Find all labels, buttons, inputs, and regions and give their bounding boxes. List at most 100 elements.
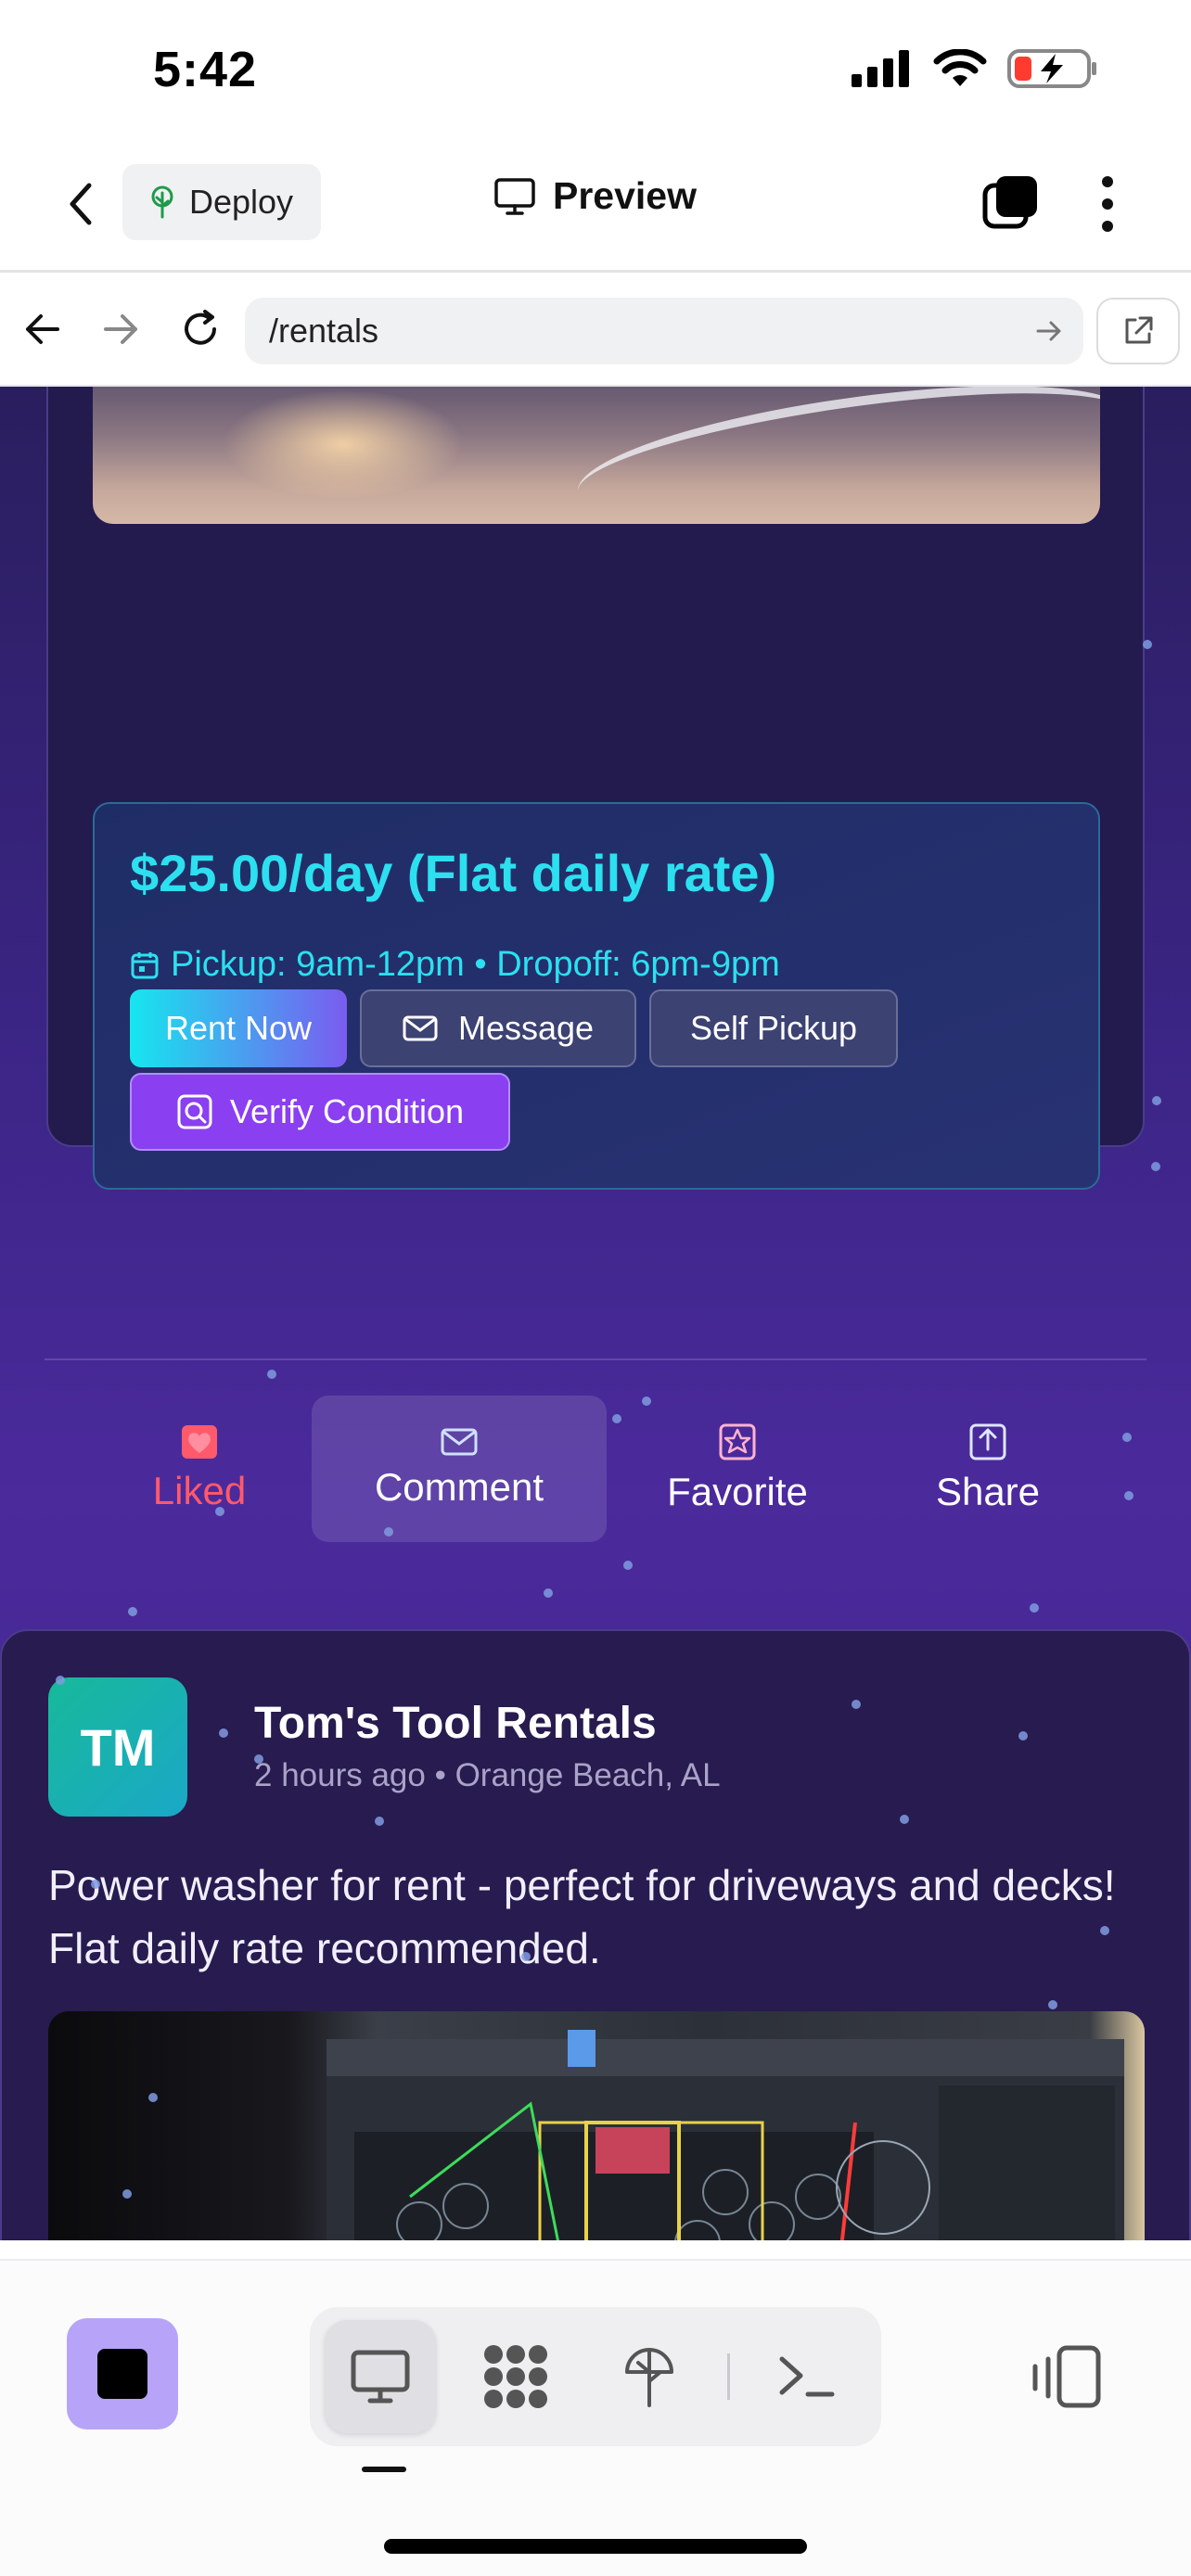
apps-grid-tab[interactable]	[460, 2320, 571, 2433]
section-divider	[45, 1358, 1146, 1360]
cad-screen-image	[327, 2030, 1124, 2240]
post-author[interactable]: Tom's Tool Rentals	[254, 1698, 657, 1749]
go-arrow-icon[interactable]	[1035, 314, 1063, 348]
post-meta: 2 hours ago • Orange Beach, AL	[254, 1757, 721, 1793]
blob-grid-icon	[484, 2345, 547, 2408]
deploy-label: Deploy	[189, 183, 294, 221]
stop-icon	[97, 2349, 147, 2399]
active-tab-indicator	[362, 2467, 406, 2472]
pickup-info: Pickup: 9am-12pm • Dropoff: 6pm-9pm	[130, 945, 780, 985]
url-text: /rentals	[269, 312, 379, 350]
console-tab[interactable]	[751, 2320, 863, 2433]
message-label: Message	[457, 1009, 595, 1047]
verify-condition-label: Verify Condition	[229, 1092, 465, 1130]
listing-card: $25.00/day (Flat daily rate) Pickup: 9am…	[46, 387, 1145, 1190]
reload-button[interactable]	[174, 303, 226, 355]
post-image[interactable]	[48, 2011, 1145, 2240]
listing-image[interactable]	[93, 387, 1100, 524]
envelope-icon	[441, 1428, 478, 1456]
avatar[interactable]: TM	[48, 1677, 187, 1817]
arrow-right-icon	[104, 314, 137, 344]
liked-button[interactable]: Liked	[130, 1396, 269, 1542]
pickup-info-text: Pickup: 9am-12pm • Dropoff: 6pm-9pm	[171, 945, 780, 984]
particle	[852, 1700, 861, 1709]
particle	[148, 2093, 158, 2102]
share-button[interactable]: Share	[909, 1396, 1067, 1542]
particle	[56, 1676, 65, 1685]
preview-title-text: Preview	[553, 174, 697, 217]
particle	[375, 1817, 384, 1826]
post-card: TM Tom's Tool Rentals 2 hours ago • Oran…	[0, 1629, 1191, 2240]
rent-now-label: Rent Now	[164, 1009, 313, 1047]
monitor-icon	[351, 2350, 410, 2404]
external-link-icon	[1125, 316, 1153, 344]
stop-button[interactable]	[67, 2318, 178, 2429]
open-external-button[interactable]	[1096, 298, 1180, 364]
reload-icon	[185, 310, 216, 345]
view-switcher	[310, 2307, 881, 2446]
back-button[interactable]	[58, 176, 104, 232]
device-toggle-icon[interactable]	[1028, 2344, 1102, 2409]
star-icon	[719, 1423, 756, 1460]
particle	[1122, 1433, 1132, 1442]
particle	[1048, 2000, 1057, 2009]
share-icon	[969, 1423, 1006, 1460]
status-bar: 5:42	[0, 0, 1191, 139]
tree-icon	[625, 2348, 673, 2407]
browser-address-row: /rentals	[0, 275, 1191, 387]
self-pickup-label: Self Pickup	[689, 1009, 858, 1047]
rental-price-panel: $25.00/day (Flat daily rate) Pickup: 9am…	[93, 802, 1100, 1190]
stack-windows-icon[interactable]	[981, 172, 1041, 232]
verify-condition-button[interactable]: Verify Condition	[130, 1073, 510, 1151]
particle	[128, 1607, 137, 1616]
envelope-icon	[403, 1015, 438, 1041]
browser-back-button[interactable]	[17, 303, 69, 355]
deploy-button[interactable]: Deploy	[122, 164, 321, 240]
post-text: Power washer for rent - perfect for driv…	[48, 1861, 1116, 1972]
post-actions-bar: Liked Comment Favorite Share	[0, 1396, 1191, 1544]
preview-tab[interactable]	[325, 2320, 436, 2433]
app-header: Deploy Preview	[0, 139, 1191, 273]
browser-forward-button[interactable]	[95, 303, 147, 355]
favorite-label: Favorite	[667, 1470, 808, 1513]
particle	[1100, 1926, 1109, 1935]
home-indicator	[384, 2539, 807, 2554]
more-vertical-icon[interactable]	[1091, 171, 1124, 237]
deploy-tab[interactable]	[594, 2320, 705, 2433]
status-time: 5:42	[153, 42, 258, 97]
particle	[384, 1527, 393, 1537]
status-icons	[852, 48, 1098, 89]
particle	[91, 1880, 100, 1889]
particle	[215, 1507, 224, 1516]
self-pickup-button[interactable]: Self Pickup	[649, 989, 898, 1067]
particle	[623, 1561, 633, 1570]
particle	[1143, 640, 1152, 649]
battery-charging-icon	[1007, 49, 1096, 88]
particle	[1124, 1491, 1133, 1500]
preview-title: Preview	[493, 174, 697, 218]
rent-now-button[interactable]: Rent Now	[130, 989, 347, 1067]
preview-viewport[interactable]: $25.00/day (Flat daily rate) Pickup: 9am…	[0, 387, 1191, 2240]
chevron-left-icon	[70, 183, 92, 225]
arrow-left-icon	[26, 314, 59, 344]
particle	[267, 1370, 276, 1379]
particle	[254, 1754, 263, 1764]
signal-icon	[852, 50, 909, 87]
comment-label: Comment	[374, 1465, 544, 1509]
share-label: Share	[935, 1470, 1041, 1513]
wifi-icon	[933, 49, 987, 86]
terminal-icon	[779, 2356, 835, 2397]
message-button[interactable]: Message	[360, 989, 636, 1067]
particle	[1030, 1603, 1039, 1613]
comment-button[interactable]: Comment	[312, 1396, 607, 1542]
url-input[interactable]: /rentals	[245, 298, 1083, 364]
particle	[219, 1728, 228, 1738]
particle	[122, 2189, 132, 2199]
particle	[900, 1815, 909, 1824]
particle	[1152, 1096, 1161, 1105]
favorite-button[interactable]: Favorite	[649, 1396, 826, 1542]
bottom-toolbar	[0, 2259, 1191, 2576]
particle	[1018, 1731, 1028, 1741]
image-sun-glow	[223, 389, 464, 500]
price-title: $25.00/day (Flat daily rate)	[130, 844, 777, 902]
